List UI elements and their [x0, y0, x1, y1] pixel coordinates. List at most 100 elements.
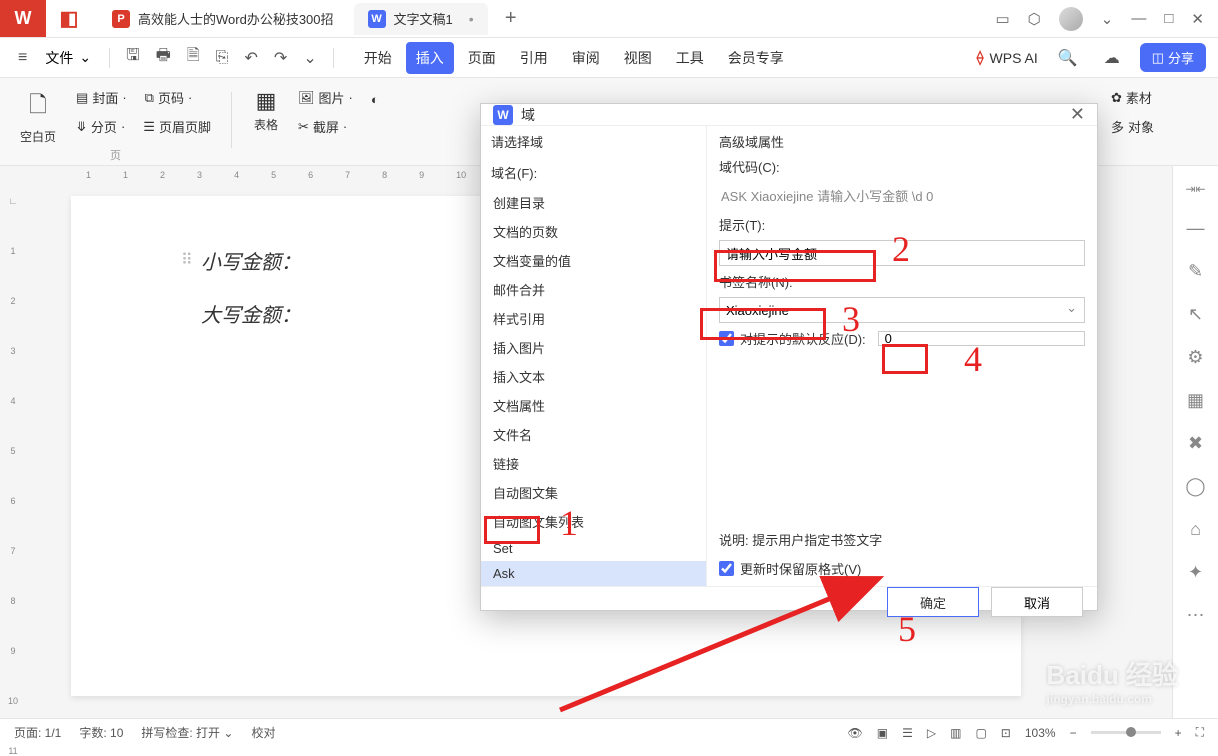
wps-ai-button[interactable]: ⟠WPS AI [977, 49, 1038, 66]
field-item[interactable]: 文档变量的值 [481, 246, 706, 275]
settings-icon[interactable]: ⚙ [1187, 347, 1203, 368]
prompt-input[interactable] [719, 240, 1085, 266]
field-list[interactable]: 创建目录 文档的页数 文档变量的值 邮件合并 样式引用 插入图片 插入文本 文档… [481, 188, 706, 586]
field-item[interactable]: 样式引用 [481, 304, 706, 333]
material-button[interactable]: ✿ 素材 [1107, 86, 1158, 109]
copy-icon[interactable]: ⎘ [210, 45, 235, 71]
more-objects-button[interactable]: 多对象 [1107, 115, 1158, 138]
table-icon: ▦ [256, 88, 277, 114]
view-mode-icon[interactable]: ▣ [877, 726, 888, 740]
field-item[interactable]: 文档属性 [481, 391, 706, 420]
play-icon[interactable]: ▷ [927, 726, 936, 740]
more-icon[interactable]: ✦ [1188, 562, 1203, 583]
screenshot-button[interactable]: ✂ 截屏 · [294, 115, 351, 138]
search-icon[interactable]: 🔍 [1052, 44, 1084, 72]
tab-start[interactable]: 开始 [354, 42, 402, 74]
tab-member[interactable]: 会员专享 [718, 42, 794, 74]
blank-page-button[interactable]: 🗋空白页 [14, 86, 62, 147]
tab-tools[interactable]: 工具 [666, 42, 714, 74]
ok-button[interactable]: 确定 [887, 587, 979, 617]
field-item[interactable]: 插入文本 [481, 362, 706, 391]
book-icon[interactable]: ▥ [950, 726, 961, 740]
table-button[interactable]: ▦ 表格 [248, 86, 284, 135]
maximize-icon[interactable]: □ [1164, 10, 1173, 27]
add-tab-button[interactable]: + [496, 7, 526, 30]
field-item[interactable]: 文件名 [481, 420, 706, 449]
preview-icon[interactable]: 🗎 [181, 40, 206, 75]
close-icon[interactable]: ✕ [1191, 10, 1204, 28]
print-icon[interactable]: 🖶 [150, 40, 177, 75]
zoom-slider[interactable] [1091, 731, 1161, 734]
fullscreen-icon[interactable]: ⛶ [1196, 725, 1204, 740]
shapes-icon[interactable]: ◐ [367, 90, 383, 109]
preserve-format-checkbox[interactable] [719, 561, 734, 576]
picture-button[interactable]: 🖼 图片 · [294, 86, 357, 109]
field-item[interactable]: 自动图文集列表 [481, 507, 706, 536]
document-tab-2[interactable]: W 文字文稿1 • [354, 3, 488, 35]
bookmark-input[interactable] [719, 297, 1085, 323]
zoom-out-icon[interactable]: − [1070, 726, 1077, 740]
minimize-icon[interactable]: — [1131, 10, 1146, 27]
statusbar-right: 👁 ▣ ☰ ▷ ▥ ▢ ⊡ 103% − + ⛶ [848, 725, 1204, 740]
zoom-value[interactable]: 103% [1025, 726, 1056, 740]
tools-icon[interactable]: ✖ [1188, 433, 1203, 454]
eye-icon[interactable]: 👁 [848, 726, 863, 740]
compress-icon[interactable]: ⇥⇤ [1185, 182, 1205, 196]
box-icon[interactable]: ▭ [995, 10, 1009, 28]
caret-down-icon[interactable]: ⌄ [1101, 10, 1114, 28]
pencil-icon[interactable]: ✎ [1188, 261, 1203, 282]
tab-page[interactable]: 页面 [458, 42, 506, 74]
minus-icon[interactable]: — [1187, 218, 1205, 239]
cloud-upload-icon[interactable]: ☁ [1098, 44, 1126, 72]
undo-icon[interactable]: ↶ [239, 44, 264, 72]
proof-status[interactable]: 校对 [251, 724, 275, 741]
tab-insert[interactable]: 插入 [406, 42, 454, 74]
field-item[interactable]: 插入图片 [481, 333, 706, 362]
save-icon[interactable]: 🖫 [120, 40, 146, 75]
cover-button[interactable]: ▤ 封面 · [72, 86, 131, 109]
cancel-button[interactable]: 取消 [991, 587, 1083, 617]
dialog-close-button[interactable]: ✕ [1070, 104, 1085, 125]
ellipsis-icon[interactable]: ⋯ [1187, 605, 1205, 626]
field-item[interactable]: 链接 [481, 449, 706, 478]
default-response-input[interactable] [878, 331, 1085, 346]
avatar[interactable] [1059, 7, 1083, 31]
lock-icon[interactable]: ◯ [1185, 476, 1205, 497]
field-item[interactable]: 自动图文集 [481, 478, 706, 507]
document-tab-1[interactable]: P 高效能人士的Word办公秘技300招 [98, 3, 348, 35]
field-item[interactable]: 创建目录 [481, 188, 706, 217]
redo-icon[interactable]: ↷ [268, 44, 293, 72]
table-label: 表格 [254, 116, 278, 133]
ribbon-group-media: 🖼 图片 · ✂ 截屏 · [294, 86, 357, 138]
wps-app-icon[interactable]: W [0, 0, 46, 37]
web-view-icon[interactable]: ⊡ [1001, 726, 1011, 740]
field-item[interactable]: 文档的页数 [481, 217, 706, 246]
tab-reference[interactable]: 引用 [510, 42, 558, 74]
spell-check-status[interactable]: 拼写检查: 打开 ⌄ [141, 724, 233, 741]
default-response-checkbox[interactable] [719, 331, 734, 346]
page-indicator[interactable]: 页面: 1/1 [14, 724, 61, 741]
format-icon[interactable]: ⌂ [1190, 519, 1201, 540]
list-icon[interactable]: ☰ [902, 726, 913, 740]
page-view-icon[interactable]: ▢ [975, 726, 986, 740]
pdf-app-icon[interactable]: ◧ [46, 0, 92, 37]
field-item-ask[interactable]: Ask [481, 561, 706, 586]
cube-icon[interactable]: ⬡ [1028, 10, 1041, 28]
tab-review[interactable]: 审阅 [562, 42, 610, 74]
header-footer-button[interactable]: ☰ 页眉页脚 [139, 115, 215, 138]
drag-handle-icon[interactable]: ⠿ [181, 250, 193, 270]
ribbon-group-page: ▤ 封面 · ⧉ 页码 · ⤋ 分页 · ☰ 页眉页脚 页 [72, 86, 215, 138]
cursor-icon[interactable]: ↖ [1188, 304, 1203, 325]
word-count[interactable]: 字数: 10 [79, 724, 123, 741]
tab-view[interactable]: 视图 [614, 42, 662, 74]
share-button[interactable]: ◫ 分享 [1140, 43, 1206, 72]
grid-icon[interactable]: ▦ [1187, 390, 1204, 411]
file-menu[interactable]: 文件 ⌄ [37, 44, 99, 72]
page-break-button[interactable]: ⤋ 分页 · [72, 115, 129, 138]
field-item[interactable]: 邮件合并 [481, 275, 706, 304]
page-number-button[interactable]: ⧉ 页码 · [141, 86, 197, 109]
zoom-in-icon[interactable]: + [1175, 726, 1182, 740]
hamburger-icon[interactable]: ≡ [12, 45, 33, 71]
field-item[interactable]: Set [481, 536, 706, 561]
chevron-down-icon[interactable]: ⌄ [297, 44, 322, 72]
